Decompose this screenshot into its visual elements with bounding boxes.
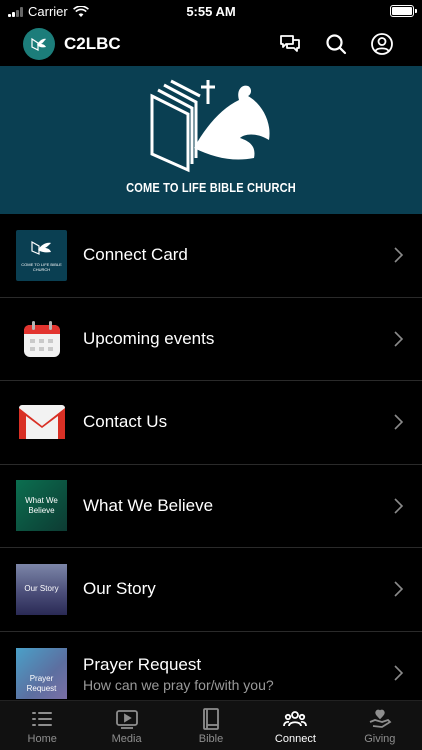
list-item-subtitle: How can we pray for/with you?	[83, 676, 274, 693]
chevron-right-icon	[394, 498, 404, 514]
search-icon[interactable]	[324, 32, 348, 56]
list-item-what-we-believe[interactable]: What We Believe What We Believe	[0, 465, 422, 548]
chevron-right-icon	[394, 331, 404, 347]
app-title: C2LBC	[64, 34, 121, 53]
church-banner: COME TO LIFE BIBLE CHURCH	[0, 66, 422, 214]
connect-card-thumbnail: COME TO LIFE BIBLE CHURCH	[16, 229, 67, 281]
list-item-title: Our Story	[83, 579, 156, 599]
tab-label: Bible	[198, 733, 224, 745]
what-we-believe-thumbnail: What We Believe	[16, 480, 67, 532]
thumbnail-caption: COME TO LIFE BIBLE CHURCH	[21, 261, 62, 272]
list-item-title: Upcoming events	[83, 328, 215, 348]
status-bar: Carrier 5:55 AM	[0, 0, 422, 22]
our-story-thumbnail: Our Story	[16, 563, 67, 615]
list-item-title: What We Believe	[83, 495, 214, 515]
tab-label: Home	[27, 733, 57, 745]
church-logo[interactable]	[23, 28, 55, 60]
list-item-connect-card[interactable]: COME TO LIFE BIBLE CHURCH Connect Card	[0, 214, 422, 298]
list-item-title: Contact Us	[83, 412, 168, 432]
dove-icon	[30, 240, 51, 255]
status-time: 5:55 AM	[186, 4, 236, 19]
banner-caption: COME TO LIFE BIBLE CHURCH	[126, 180, 296, 195]
account-icon[interactable]	[370, 32, 394, 56]
chevron-right-icon	[394, 414, 404, 430]
prayer-request-thumbnail: Prayer Request	[16, 647, 67, 699]
book-icon	[203, 708, 219, 730]
play-icon	[115, 710, 138, 729]
tab-label: Giving	[364, 733, 396, 745]
tab-connect[interactable]: Connect	[253, 701, 337, 750]
tab-giving[interactable]: Giving	[338, 701, 422, 750]
list-item-title: Connect Card	[83, 245, 188, 265]
chevron-right-icon	[394, 581, 404, 597]
tab-bible[interactable]: Bible	[169, 701, 253, 750]
dove-logo-icon	[31, 37, 46, 51]
thumbnail-caption: Prayer Request	[26, 674, 57, 694]
tab-media[interactable]: Media	[84, 701, 168, 750]
list-item-upcoming-events[interactable]: Upcoming events	[0, 298, 422, 381]
chevron-right-icon	[394, 665, 404, 681]
tab-label: Media	[111, 733, 142, 745]
tab-label: Connect	[274, 733, 316, 745]
list-item-title: Prayer Request	[83, 654, 202, 674]
thumbnail-caption: Our Story	[24, 584, 59, 594]
people-icon	[283, 711, 308, 727]
chevron-right-icon	[394, 247, 404, 263]
app-header: C2LBC	[0, 22, 422, 66]
gmail-icon	[16, 397, 67, 448]
giving-hand-icon	[369, 709, 392, 728]
calendar-icon	[16, 313, 67, 364]
list-item-our-story[interactable]: Our Story Our Story	[0, 548, 422, 632]
battery-icon	[390, 5, 417, 17]
tab-home[interactable]: Home	[0, 701, 84, 750]
list-item-contact-us[interactable]: Contact Us	[0, 381, 422, 465]
dove-bible-logo	[150, 79, 270, 173]
tab-bar: Home Media Bible Connect Giving	[0, 700, 422, 750]
thumbnail-caption: What We Believe	[25, 495, 58, 515]
list-icon	[32, 712, 53, 726]
chat-icon[interactable]	[278, 32, 302, 56]
connect-list: COME TO LIFE BIBLE CHURCH Connect Card U…	[0, 214, 422, 715]
